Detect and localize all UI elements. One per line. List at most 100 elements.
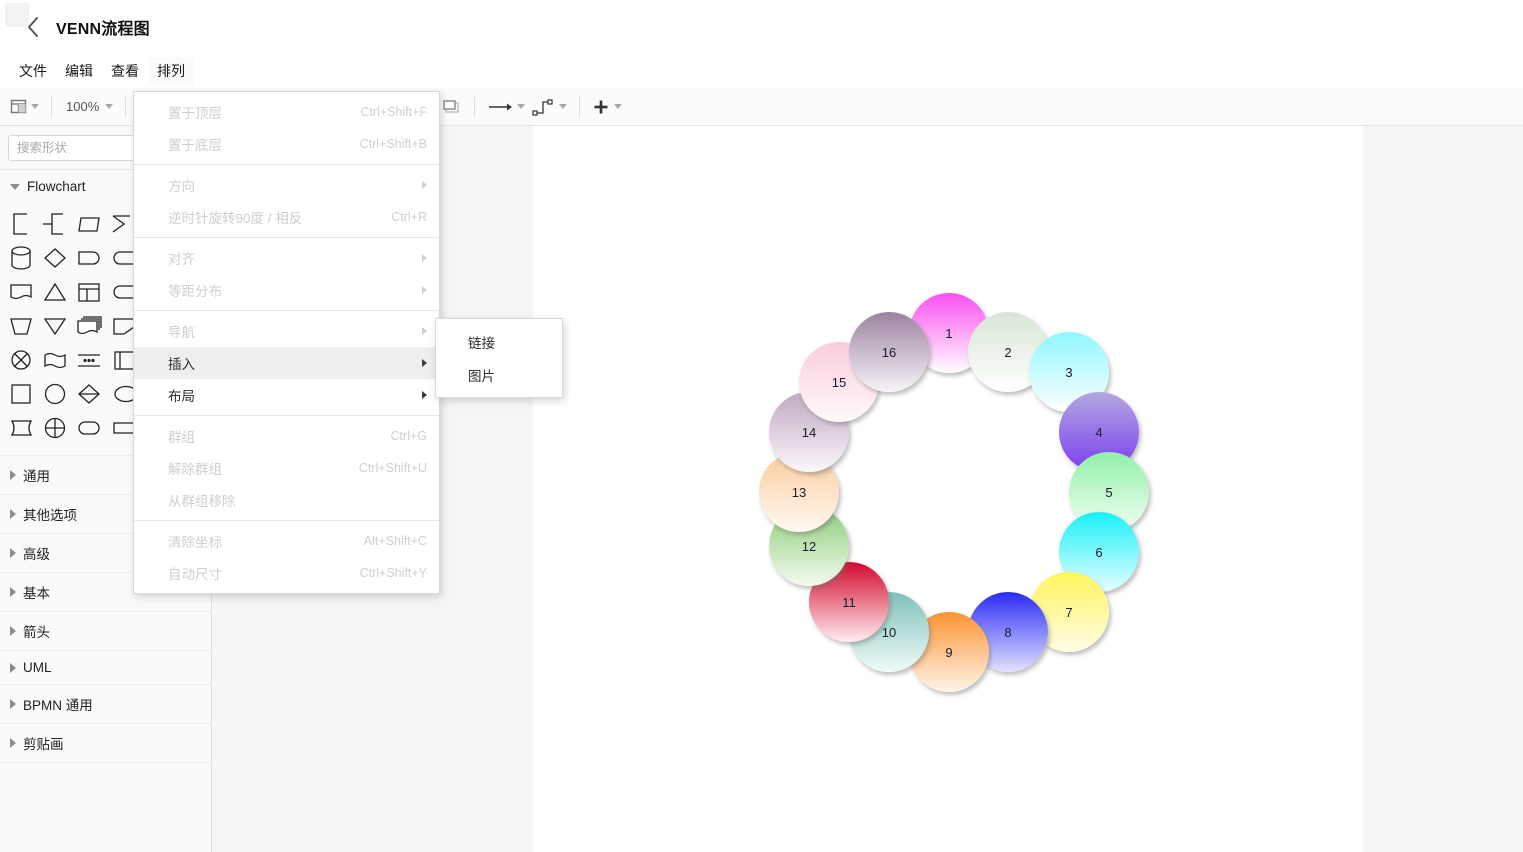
menu-insert[interactable]: 插入	[134, 347, 439, 379]
shape-dots-divider[interactable]	[72, 343, 106, 377]
layout-panel-icon	[10, 99, 27, 114]
shape-bracket-left[interactable]	[4, 207, 38, 241]
shape-document[interactable]	[4, 275, 38, 309]
shape-rounded-rect[interactable]	[72, 207, 106, 241]
venn-circle-label: 4	[1095, 424, 1103, 440]
chevron-right-icon	[422, 327, 427, 335]
sidebar-category-arrows[interactable]: 箭头	[0, 611, 211, 650]
zoom-caret-icon	[105, 104, 114, 109]
chevron-right-icon	[422, 254, 427, 262]
shape-square[interactable]	[4, 377, 38, 411]
toolbar-separator-3	[474, 96, 476, 117]
shape-oval[interactable]	[72, 411, 106, 445]
chevron-down-icon	[10, 183, 20, 190]
menu-bring-to-front: 置于顶层 Ctrl+Shift+F	[134, 96, 439, 128]
toolbar-separator-1	[51, 96, 52, 117]
sidebar-section-flowchart-label: Flowchart	[27, 179, 86, 194]
chevron-right-icon	[10, 738, 16, 748]
chevron-left-icon	[28, 17, 38, 37]
venn-circle-label: 3	[1065, 364, 1073, 380]
venn-circle-label: 2	[1004, 344, 1012, 360]
shape-circle[interactable]	[38, 377, 72, 411]
sidebar-category-basic-label: 基本	[23, 586, 50, 601]
menubar-item-arrange[interactable]: 排列	[148, 57, 194, 85]
shape-wave-document[interactable]	[38, 343, 72, 377]
sidebar-category-bpmn-label: BPMN 通用	[23, 698, 93, 713]
menu-clear-waypoints: 清除坐标 Alt+Shift+C	[134, 525, 439, 557]
shape-icon	[443, 99, 459, 113]
shape-multi-document[interactable]	[72, 309, 106, 343]
menu-insert-label: 插入	[168, 357, 195, 372]
venn-circle-16[interactable]: 16	[849, 312, 929, 392]
shape-circle-quad[interactable]	[38, 411, 72, 445]
shape-triangle[interactable]	[38, 275, 72, 309]
chevron-right-icon	[10, 662, 16, 673]
zoom-level-label: 100%	[66, 99, 100, 114]
venn-circle-label: 9	[945, 644, 953, 660]
venn-circle-label: 6	[1095, 544, 1103, 560]
sidebar-category-clipart[interactable]: 剪贴画	[0, 723, 211, 762]
sidebar-category-uml-label: UML	[23, 660, 52, 675]
venn-circle-label: 16	[881, 344, 897, 360]
chevron-right-icon	[422, 359, 427, 367]
venn-diagram[interactable]: 1 2 3 4 5 6 7 8 9 10 11 12 13 14 15 16	[533, 126, 1363, 852]
line-style-button[interactable]	[485, 94, 527, 120]
menubar-item-view[interactable]: 查看	[102, 57, 148, 85]
chevron-right-icon	[422, 391, 427, 399]
menu-separator	[134, 237, 439, 238]
shape-junction-tee[interactable]	[38, 207, 72, 241]
arrange-menu-dropdown[interactable]: 置于顶层 Ctrl+Shift+F 置于底层 Ctrl+Shift+B 方向 逆时针旋转9…	[133, 91, 440, 594]
zoom-control[interactable]: 100%	[62, 94, 115, 120]
venn-circle-label: 1	[945, 325, 953, 341]
venn-circle-label: 14	[801, 424, 817, 440]
menu-group-shortcut: Ctrl+G	[390, 429, 427, 443]
app-root: VENN流程图 文件 编辑 查看 排列 100% 搜索形状 Flowchart …	[0, 0, 1523, 852]
menu-bring-to-front-label: 置于顶层	[168, 106, 222, 121]
chevron-right-icon	[10, 509, 16, 519]
venn-circle-label: 10	[881, 624, 897, 640]
waypoint-style-button[interactable]	[529, 94, 569, 120]
menu-ungroup: 解除群组 Ctrl+Shift+U	[134, 452, 439, 484]
back-button[interactable]	[20, 14, 46, 40]
sidebar-category-uml[interactable]: UML	[0, 650, 211, 684]
shape-stadium-left[interactable]	[72, 241, 106, 275]
plus-icon	[594, 100, 608, 113]
venn-circle-label: 12	[801, 538, 817, 554]
chevron-right-icon	[10, 626, 16, 636]
menu-send-to-back-shortcut: Ctrl+Shift+B	[359, 137, 427, 151]
insert-submenu[interactable]: 链接 图片	[435, 318, 563, 398]
shape-cylinder[interactable]	[4, 241, 38, 275]
menubar-item-file[interactable]: 文件	[10, 57, 56, 85]
menu-clear-waypoints-shortcut: Alt+Shift+C	[363, 534, 427, 548]
canvas-page[interactable]: 1 2 3 4 5 6 7 8 9 10 11 12 13 14 15 16	[533, 126, 1363, 852]
sidebar-category-bpmn[interactable]: BPMN 通用	[0, 684, 211, 723]
menu-group-label: 群组	[168, 430, 195, 445]
submenu-item-link[interactable]: 链接	[436, 325, 562, 358]
shape-circle-cross[interactable]	[4, 343, 38, 377]
menu-align-label: 对齐	[168, 252, 195, 267]
line-style-caret-icon	[517, 104, 526, 109]
shape-inverted-triangle[interactable]	[38, 309, 72, 343]
menu-autosize: 自动尺寸 Ctrl+Shift+Y	[134, 557, 439, 589]
menu-layout[interactable]: 布局	[134, 379, 439, 411]
shape-decision-split[interactable]	[72, 377, 106, 411]
submenu-item-image[interactable]: 图片	[436, 358, 562, 391]
menu-rotate: 逆时针旋转90度 / 相反 Ctrl+R	[134, 201, 439, 233]
view-layout-caret-icon	[31, 104, 39, 109]
venn-circle-label: 15	[831, 374, 847, 390]
shape-table-grid[interactable]	[72, 275, 106, 309]
view-layout-button[interactable]	[8, 94, 41, 120]
shape-style-button[interactable]	[438, 94, 464, 120]
shape-trapezoid[interactable]	[4, 309, 38, 343]
sidebar-category-general-label: 通用	[23, 469, 50, 484]
shape-tape[interactable]	[4, 411, 38, 445]
menu-distribute: 等距分布	[134, 274, 439, 306]
toolbar-separator-2	[125, 96, 127, 117]
shape-diamond[interactable]	[38, 241, 72, 275]
menubar-item-edit[interactable]: 编辑	[56, 57, 102, 85]
connector-icon	[532, 98, 553, 116]
toolbar-separator-4	[579, 96, 581, 117]
venn-circle-label: 13	[791, 484, 807, 500]
sidebar-category-clipart-label: 剪贴画	[23, 737, 64, 752]
insert-button[interactable]	[590, 94, 624, 120]
